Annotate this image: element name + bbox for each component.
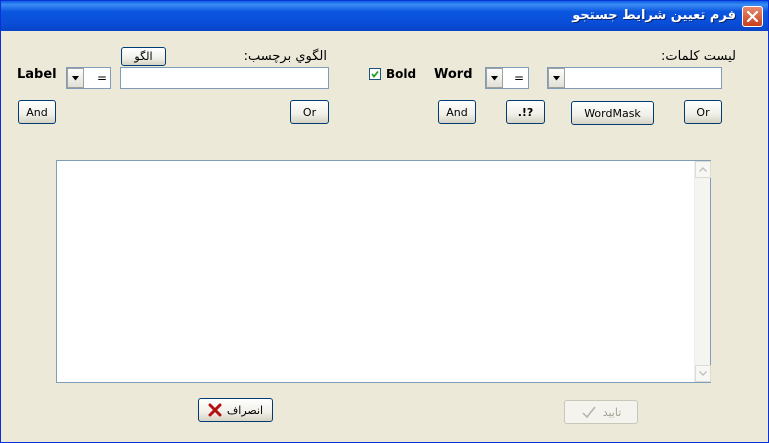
word-and-button[interactable]: And bbox=[438, 100, 476, 124]
checkmark-icon bbox=[582, 406, 596, 419]
word-list-label: ليست كلمات: bbox=[661, 49, 736, 64]
scroll-up-button[interactable] bbox=[695, 161, 711, 178]
window-title: فرم تعيين شرايط جستجو bbox=[572, 8, 736, 23]
search-conditions-dialog: فرم تعيين شرايط جستجو ليست كلمات: = Word… bbox=[0, 0, 769, 443]
word-or-button[interactable]: Or bbox=[684, 100, 722, 124]
vertical-scrollbar[interactable] bbox=[694, 161, 711, 382]
chevron-up-icon bbox=[699, 167, 707, 172]
label-or-button[interactable]: Or bbox=[290, 100, 329, 124]
cancel-x-icon bbox=[208, 403, 222, 417]
label-and-button[interactable]: And bbox=[18, 100, 56, 124]
conditions-list[interactable] bbox=[56, 160, 711, 383]
word-list-dropdown-button[interactable] bbox=[548, 68, 565, 88]
word-label: Word bbox=[434, 67, 473, 82]
cancel-button[interactable]: انصراف bbox=[198, 398, 273, 422]
chevron-down-icon bbox=[553, 75, 560, 80]
ok-label: تاييد bbox=[602, 405, 622, 419]
cancel-label: انصراف bbox=[226, 403, 264, 417]
pattern-button[interactable]: الگو bbox=[121, 47, 166, 66]
scroll-down-button[interactable] bbox=[695, 365, 711, 382]
label-operator-dropdown-button[interactable] bbox=[67, 68, 84, 88]
chevron-down-icon bbox=[699, 371, 707, 376]
checkmark-icon bbox=[371, 70, 379, 78]
word-list-combo[interactable] bbox=[547, 67, 722, 89]
label-operator-value: = bbox=[97, 71, 108, 85]
label-label: Label bbox=[17, 67, 57, 82]
bold-checkbox[interactable] bbox=[369, 68, 381, 80]
special-chars-button[interactable]: .!? bbox=[506, 100, 545, 124]
word-operator-value: = bbox=[514, 71, 525, 85]
label-pattern-input[interactable] bbox=[120, 67, 329, 89]
label-pattern-label: الگوي برچسب: bbox=[243, 49, 327, 64]
bold-label: Bold bbox=[386, 67, 417, 81]
wordmask-button[interactable]: WordMask bbox=[571, 101, 654, 125]
word-operator-dropdown-button[interactable] bbox=[486, 68, 503, 88]
close-icon bbox=[747, 11, 758, 22]
chevron-down-icon bbox=[491, 75, 498, 80]
chevron-down-icon bbox=[72, 75, 79, 80]
close-button[interactable] bbox=[742, 6, 763, 27]
title-bar[interactable]: فرم تعيين شرايط جستجو bbox=[1, 1, 768, 31]
ok-button[interactable]: تاييد bbox=[564, 400, 638, 424]
